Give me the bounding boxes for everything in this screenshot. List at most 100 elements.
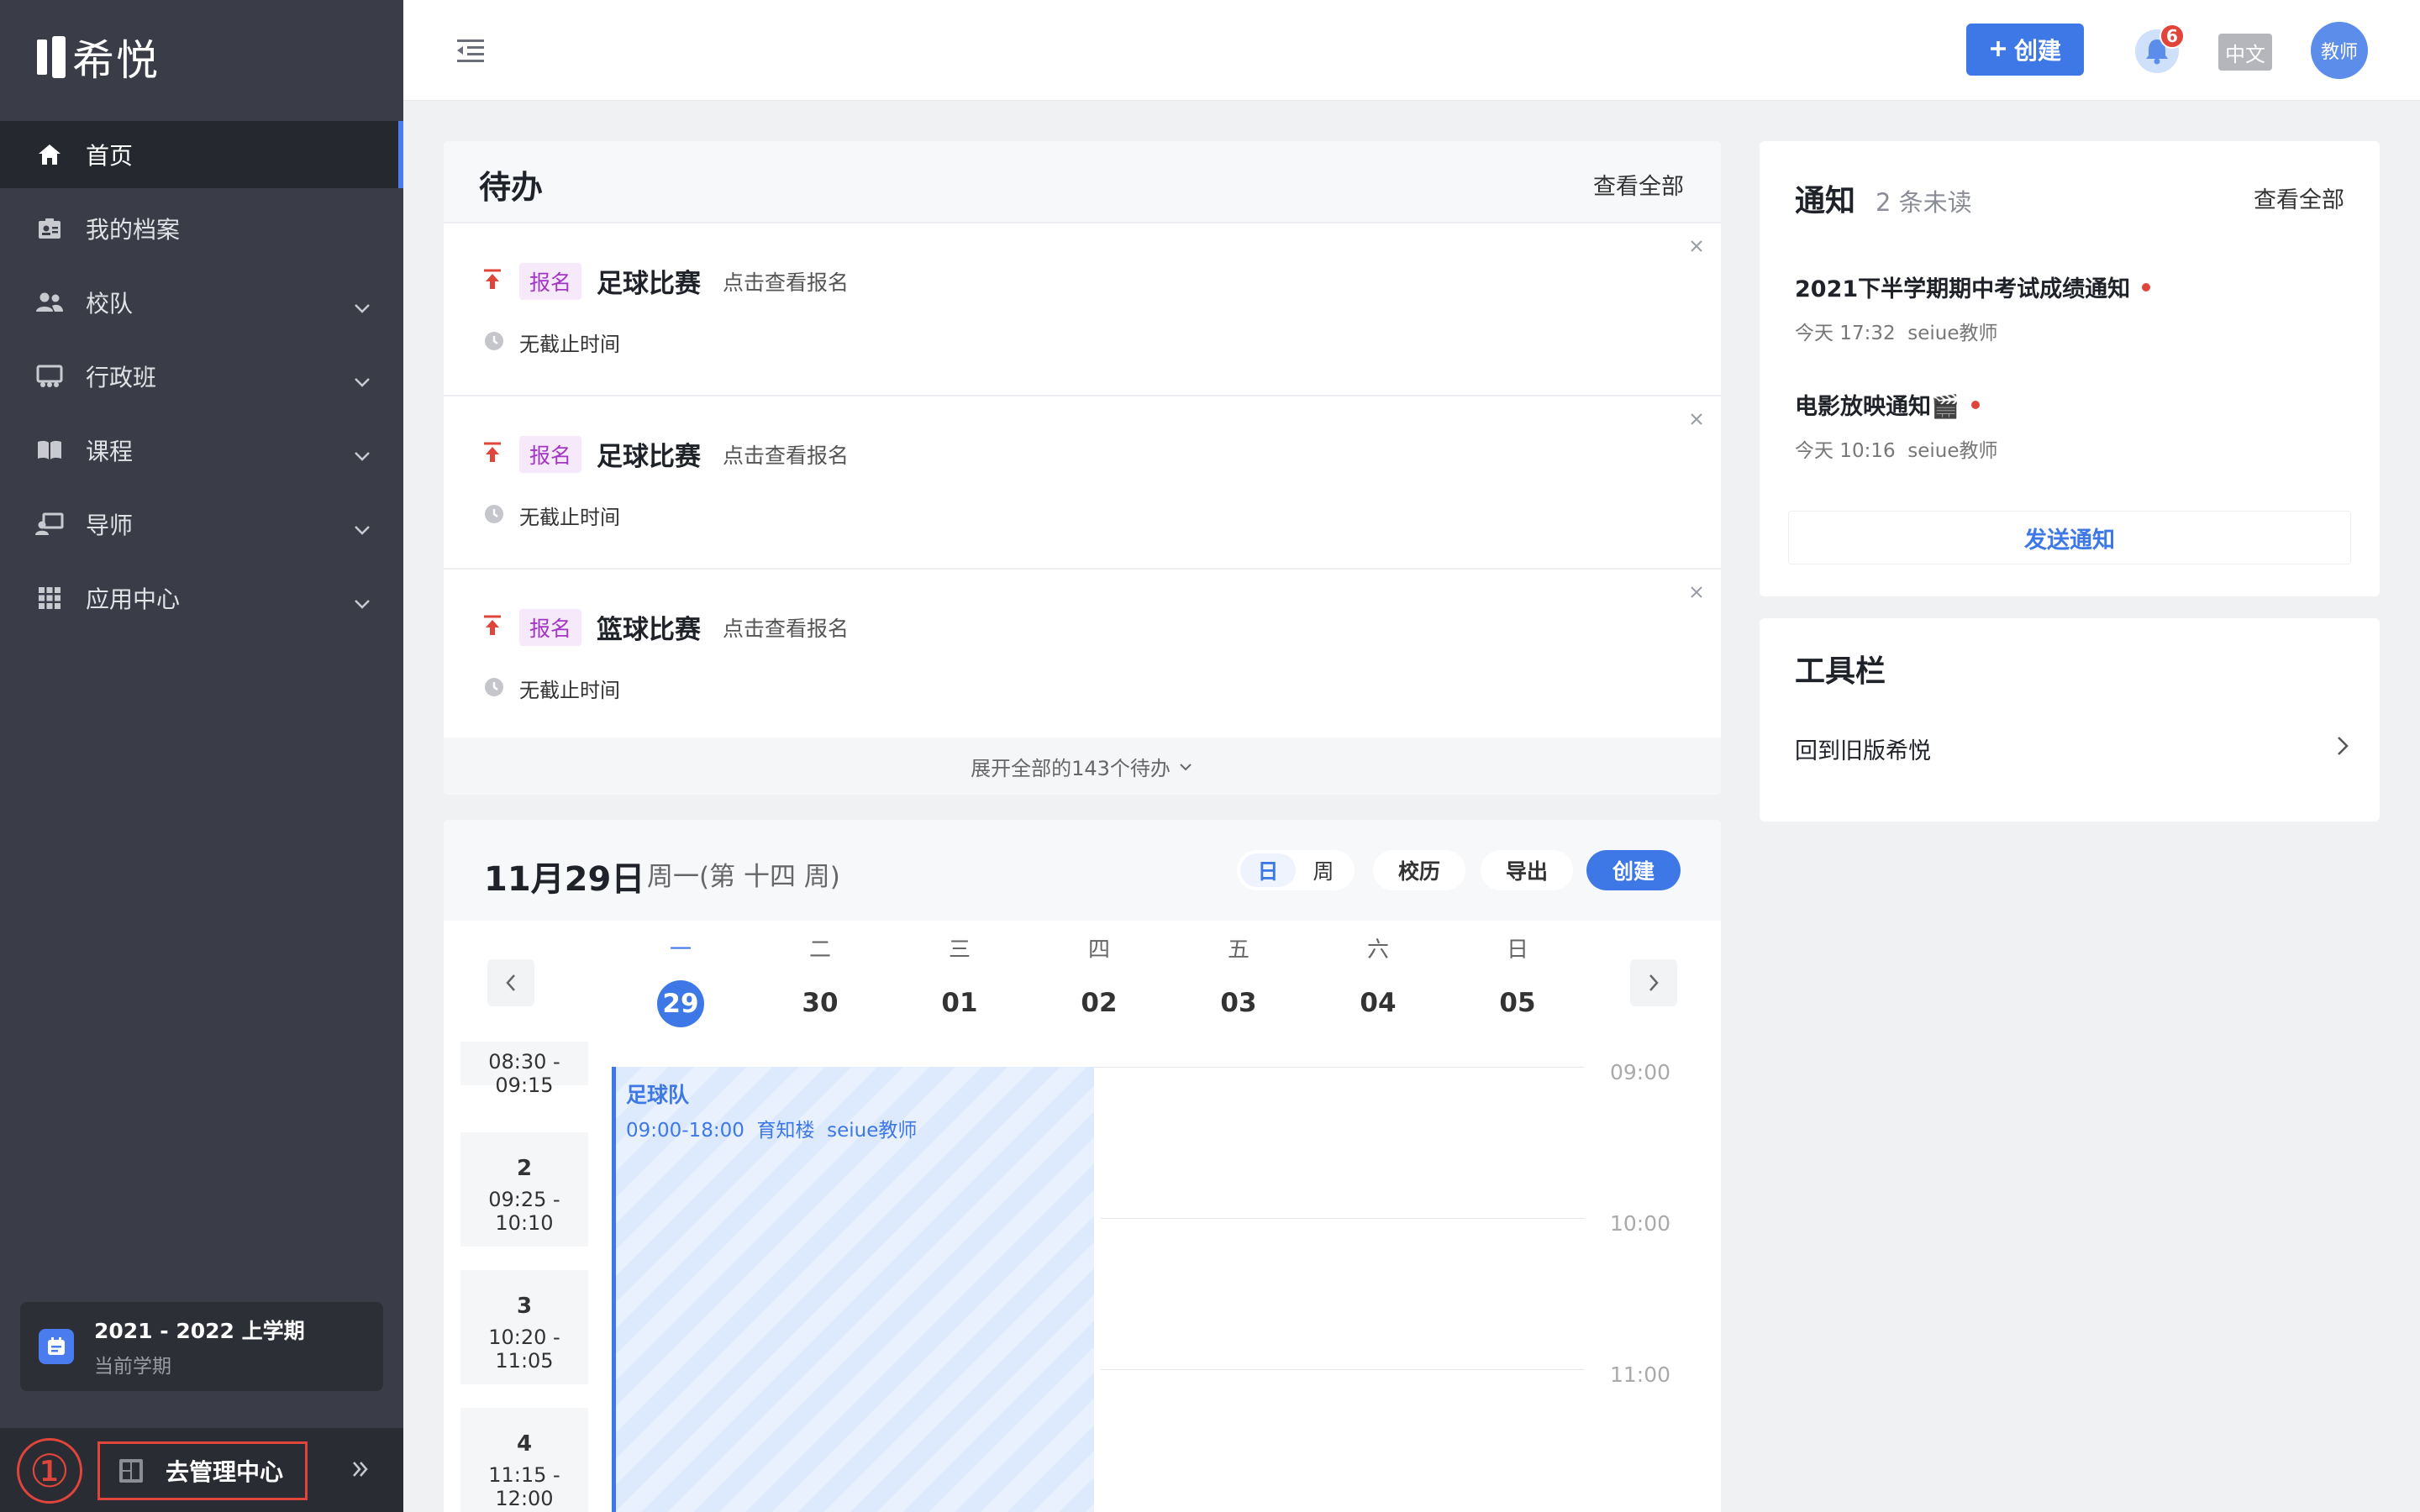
calendar-week-info: 周一(第 十四 周) — [647, 862, 840, 892]
collapse-sidebar-icon[interactable] — [455, 37, 486, 67]
period-slot: 08:30 - 09:15 — [460, 1042, 588, 1097]
period-slot: 3 10:20 - 11:05 — [460, 1270, 588, 1384]
todo-item-title: 篮球比赛 — [597, 615, 702, 645]
chevron-down-icon[interactable] — [353, 514, 371, 542]
day-number: 04 — [1360, 988, 1397, 1018]
top-bar: 创建 6 中文 教师 — [403, 0, 2420, 101]
todo-card: 待办 查看全部 报名 足球比赛 点击查看报名 无截止时间 报名 足球比赛 点击查… — [444, 141, 1721, 795]
apps-icon — [35, 585, 64, 611]
app-logo[interactable]: 希悦 — [37, 32, 160, 85]
day-column[interactable]: 二 30 — [778, 932, 862, 1026]
todo-tag: 报名 — [519, 435, 582, 473]
calendar-create-button[interactable]: 创建 — [1586, 850, 1681, 890]
todo-deadline: 无截止时间 — [519, 679, 620, 702]
send-notice-button[interactable]: 发送通知 — [1788, 511, 2351, 564]
toolbar-card: 工具栏 回到旧版希悦 — [1760, 618, 2380, 822]
close-icon[interactable] — [1689, 412, 1704, 430]
notice-item[interactable]: 2021下半学期期中考试成绩通知 今天 17:32 seiue教师 — [1795, 270, 2151, 345]
notice-item[interactable]: 电影放映通知🎬 今天 10:16 seiue教师 — [1795, 388, 1997, 463]
admin-icon — [118, 1458, 144, 1483]
double-chevron-right-icon[interactable] — [350, 1458, 371, 1483]
sidebar-item-label: 校队 — [86, 290, 134, 318]
sidebar-item-apps[interactable]: 应用中心 — [0, 564, 403, 632]
period-time: 09:25 - 10:10 — [488, 1188, 560, 1235]
chevron-down-icon — [1177, 754, 1194, 778]
term-title: 2021 - 2022 上学期 — [94, 1319, 305, 1343]
chevron-down-icon[interactable] — [353, 588, 371, 616]
clock-icon — [484, 331, 504, 354]
calendar-event[interactable]: 足球队 09:00-18:00 育知楼 seiue教师 — [612, 1067, 1094, 1512]
day-column[interactable]: 一 29 — [639, 932, 723, 1027]
user-avatar[interactable]: 教师 — [2311, 22, 2368, 79]
go-admin-center-button[interactable]: 去管理中心 — [97, 1441, 308, 1500]
event-title: 足球队 — [626, 1083, 690, 1107]
todo-item-desc: 点击查看报名 — [723, 270, 850, 295]
notice-title: 2021下半学期期中考试成绩通知 — [1795, 276, 2131, 302]
calendar-icon — [39, 1329, 74, 1364]
todo-item-title: 足球比赛 — [597, 442, 702, 472]
back-to-old-version-link[interactable]: 回到旧版希悦 — [1795, 732, 2349, 765]
team-icon — [35, 290, 64, 315]
language-switch[interactable]: 中文 — [2218, 34, 2272, 71]
school-calendar-button[interactable]: 校历 — [1373, 850, 1465, 890]
todo-view-all-link[interactable]: 查看全部 — [1593, 168, 1684, 201]
day-column[interactable]: 五 03 — [1197, 932, 1281, 1026]
view-toggle: 日 周 — [1237, 850, 1355, 890]
class-icon — [35, 364, 64, 389]
close-icon[interactable] — [1689, 239, 1704, 257]
hour-label: 11:00 — [1610, 1362, 1671, 1387]
current-term-card[interactable]: 2021 - 2022 上学期 当前学期 — [20, 1302, 383, 1391]
chevron-down-icon[interactable] — [353, 440, 371, 468]
day-number: 30 — [802, 988, 839, 1018]
day-number: 29 — [657, 980, 704, 1027]
day-number: 05 — [1499, 988, 1536, 1018]
sidebar-item-mentor[interactable]: 导师 — [0, 491, 403, 558]
day-column[interactable]: 日 05 — [1476, 932, 1560, 1026]
week-view-button[interactable]: 周 — [1296, 853, 1351, 887]
day-column[interactable]: 六 04 — [1336, 932, 1420, 1026]
day-name: 一 — [669, 937, 692, 963]
day-column[interactable]: 三 01 — [918, 932, 1002, 1026]
sidebar-item-course[interactable]: 课程 — [0, 417, 403, 484]
chevron-down-icon[interactable] — [353, 292, 371, 320]
period-number: 3 — [516, 1294, 533, 1319]
sidebar-item-profile[interactable]: 我的档案 — [0, 195, 403, 262]
create-button[interactable]: 创建 — [1966, 24, 2084, 76]
unread-dot — [1970, 400, 1980, 409]
notice-author: seiue教师 — [1907, 440, 1998, 462]
todo-item[interactable]: 报名 足球比赛 点击查看报名 无截止时间 — [444, 222, 1721, 395]
period-time: 10:20 - 11:05 — [488, 1326, 560, 1373]
clock-icon — [484, 504, 504, 528]
chevron-right-icon — [2336, 735, 2349, 763]
close-icon[interactable] — [1689, 585, 1704, 603]
period-time: 08:30 - 09:15 — [488, 1050, 560, 1097]
next-week-button[interactable] — [1630, 959, 1677, 1006]
sidebar-item-home[interactable]: 首页 — [0, 121, 403, 188]
sidebar-item-label: 导师 — [86, 512, 134, 539]
sidebar-item-team[interactable]: 校队 — [0, 269, 403, 336]
day-column[interactable]: 四 02 — [1057, 932, 1141, 1026]
logo-text: 希悦 — [72, 36, 160, 85]
sidebar-item-label: 首页 — [86, 142, 134, 170]
export-button[interactable]: 导出 — [1481, 850, 1573, 890]
pin-top-icon — [482, 442, 502, 467]
go-admin-center-label: 去管理中心 — [166, 1458, 284, 1486]
notices-unread-count: 2 条未读 — [1876, 188, 1972, 217]
clock-icon — [484, 677, 504, 701]
sidebar-item-class[interactable]: 行政班 — [0, 343, 403, 410]
sidebar: 希悦 首页 我的档案 校队 行政班 课程 导师 应用中心 2021 - 2022… — [0, 0, 403, 1512]
notice-title: 电影放映通知🎬 — [1795, 394, 1960, 420]
notices-view-all-link[interactable]: 查看全部 — [2254, 181, 2344, 214]
expand-all-todos[interactable]: 展开全部的143个待办 — [444, 738, 1721, 795]
expand-all-label: 展开全部的143个待办 — [971, 756, 1171, 780]
event-meta: 09:00-18:00 育知楼 seiue教师 — [626, 1114, 917, 1142]
pin-top-icon — [482, 269, 502, 294]
notice-author: seiue教师 — [1907, 323, 1998, 344]
sidebar-item-label: 我的档案 — [86, 216, 181, 244]
chevron-down-icon[interactable] — [353, 366, 371, 394]
day-view-button[interactable]: 日 — [1240, 853, 1296, 887]
prev-week-button[interactable] — [487, 959, 534, 1006]
todo-title: 待办 — [479, 169, 544, 206]
todo-item[interactable]: 报名 篮球比赛 点击查看报名 无截止时间 — [444, 568, 1721, 741]
todo-item[interactable]: 报名 足球比赛 点击查看报名 无截止时间 — [444, 395, 1721, 568]
